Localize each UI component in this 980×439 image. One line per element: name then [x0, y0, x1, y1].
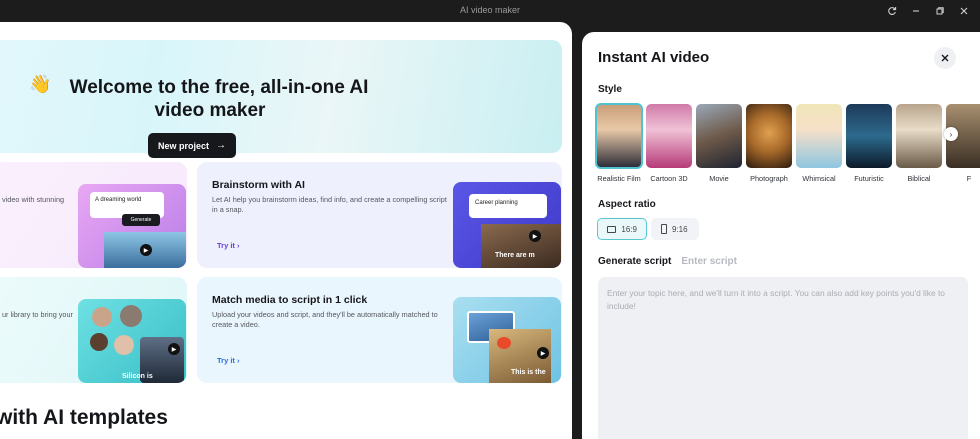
- close-window-icon[interactable]: [952, 0, 976, 22]
- avatar: [92, 307, 112, 327]
- avatar: [90, 333, 108, 351]
- close-icon[interactable]: [934, 47, 956, 69]
- style-picker: Realistic Film Cartoon 3D Movie Photogra…: [595, 103, 980, 184]
- caption-overlay: There are m: [495, 252, 535, 259]
- avatar: [120, 305, 142, 327]
- waving-hand-icon: 👋: [29, 74, 52, 94]
- style-option-cartoon-3d[interactable]: Cartoon 3D: [646, 104, 694, 183]
- portrait-icon: [661, 224, 667, 234]
- style-option-partial[interactable]: F: [946, 104, 980, 183]
- card-title: Match media to script in 1 click: [212, 294, 368, 306]
- tab-enter-script[interactable]: Enter script: [681, 256, 737, 267]
- generate-chip: Generate: [122, 214, 160, 226]
- style-thumbnail: [896, 104, 942, 168]
- window-title: AI video maker: [459, 5, 521, 15]
- feature-card-brainstorm[interactable]: Brainstorm with AI Let AI help you brain…: [197, 162, 562, 268]
- play-icon: ▶: [529, 230, 541, 242]
- try-it-link[interactable]: Try it ›: [217, 241, 240, 250]
- prompt-bubble: Career planning: [469, 194, 547, 218]
- style-label: Style: [598, 84, 622, 95]
- card-illustration: This is the ▶: [453, 297, 561, 383]
- script-tabs: Generate script Enter script: [598, 256, 737, 267]
- feature-card-media-library[interactable]: ur library to bring your Silicon is ▶: [0, 277, 187, 383]
- chevron-right-icon[interactable]: ›: [944, 127, 958, 141]
- refresh-icon[interactable]: [880, 0, 904, 22]
- style-option-biblical[interactable]: Biblical: [896, 104, 944, 183]
- minimize-icon[interactable]: [904, 0, 928, 22]
- tab-generate-script[interactable]: Generate script: [598, 256, 671, 267]
- feature-card-match-media[interactable]: Match media to script in 1 click Upload …: [197, 277, 562, 383]
- title-bar: AI video maker: [0, 0, 980, 22]
- aspect-ratio-label: Aspect ratio: [598, 199, 656, 210]
- card-illustration: A dreaming world Generate ▶: [78, 184, 186, 268]
- try-it-link[interactable]: Try it ›: [217, 356, 240, 365]
- style-option-realistic-film[interactable]: Realistic Film: [595, 103, 644, 183]
- card-illustration: Career planning There are m ▶: [453, 182, 561, 268]
- script-input[interactable]: Enter your topic here, and we'll turn it…: [598, 277, 968, 439]
- avatar: [114, 335, 134, 355]
- caption-overlay: This is the: [511, 369, 546, 376]
- card-description: ur library to bring your: [2, 310, 73, 319]
- landscape-icon: [607, 225, 617, 233]
- card-description: Upload your videos and script, and they'…: [212, 310, 438, 329]
- card-description: video with stunning: [2, 195, 65, 204]
- restore-icon[interactable]: [928, 0, 952, 22]
- card-description: Let AI help you brainstorm ideas, find i…: [212, 195, 447, 214]
- style-option-whimsical[interactable]: Whimsical: [796, 104, 844, 183]
- style-option-movie[interactable]: Movie: [696, 104, 744, 183]
- style-thumbnail: [746, 104, 792, 168]
- fruit-shape: [497, 337, 511, 349]
- hero-title: Welcome to the free, all-in-one AI video…: [69, 77, 369, 121]
- panel-title: Instant AI video: [598, 49, 710, 66]
- style-thumbnail: [796, 104, 842, 168]
- play-icon: ▶: [537, 347, 549, 359]
- hero-banner: 👋 Welcome to the free, all-in-one AI vid…: [0, 40, 562, 158]
- style-thumbnail: [595, 103, 643, 169]
- style-thumbnail: [846, 104, 892, 168]
- style-option-photograph[interactable]: Photograph: [746, 104, 794, 183]
- section-title: with AI templates: [0, 406, 168, 429]
- photo-image: [481, 224, 561, 268]
- caption-overlay: Silicon is: [122, 373, 153, 380]
- card-title: Brainstorm with AI: [212, 179, 305, 191]
- style-thumbnail: [696, 104, 742, 168]
- style-option-futuristic[interactable]: Futuristic: [846, 104, 894, 183]
- card-illustration: Silicon is ▶: [78, 299, 186, 383]
- ratio-16-9-button[interactable]: 16:9: [597, 218, 647, 240]
- new-project-button[interactable]: New project →: [148, 133, 236, 158]
- feature-card-text-to-video[interactable]: video with stunning A dreaming world Gen…: [0, 162, 187, 268]
- ratio-9-16-button[interactable]: 9:16: [651, 218, 699, 240]
- instant-ai-video-panel: Instant AI video Style Realistic Film Ca…: [582, 32, 980, 439]
- style-thumbnail: [646, 104, 692, 168]
- arrow-right-icon: →: [216, 140, 226, 151]
- main-content: 👋 Welcome to the free, all-in-one AI vid…: [0, 22, 572, 439]
- play-icon: ▶: [140, 244, 152, 256]
- play-icon: ▶: [168, 343, 180, 355]
